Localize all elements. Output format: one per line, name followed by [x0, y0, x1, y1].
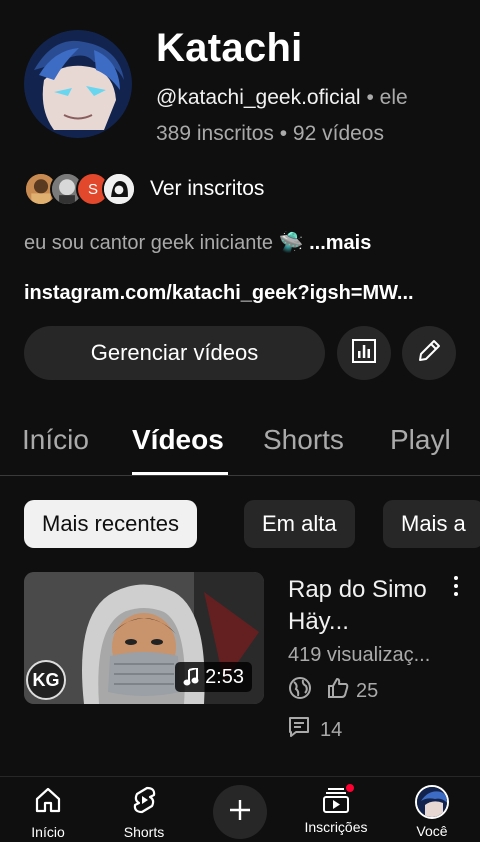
- channel-link[interactable]: instagram.com/katachi_geek?igsh=MW...: [24, 282, 414, 305]
- video-item[interactable]: KG 2:53 Rap do Simo Häy... 419 visualiza…: [24, 572, 480, 752]
- separator: •: [366, 86, 374, 109]
- manage-videos-button[interactable]: Gerenciar vídeos: [24, 326, 325, 380]
- channel-description[interactable]: eu sou cantor geek iniciante 🛸 ...mais: [24, 230, 371, 255]
- tab-videos[interactable]: Vídeos: [132, 424, 224, 456]
- tab-shorts[interactable]: Shorts: [263, 424, 344, 456]
- nav-subscriptions-label: Inscrições: [304, 819, 368, 835]
- pencil-icon: [416, 338, 442, 369]
- nav-home[interactable]: Início: [0, 777, 96, 842]
- video-views: 419 visualizaç...: [288, 644, 431, 666]
- see-subscribers-link[interactable]: Ver inscritos: [150, 177, 264, 201]
- video-duration: 2:53: [175, 662, 252, 692]
- action-row: Gerenciar vídeos: [24, 326, 456, 380]
- likes: 25: [326, 676, 378, 706]
- tab-playlists[interactable]: Playl: [390, 424, 451, 456]
- duration-text: 2:53: [205, 665, 244, 688]
- edit-channel-button[interactable]: [402, 326, 456, 380]
- subscriber-avatar: [102, 172, 136, 206]
- nav-you-label: Você: [416, 823, 448, 839]
- music-note-icon: [183, 668, 199, 686]
- globe-icon: [288, 676, 312, 706]
- channel-name: Katachi: [156, 26, 303, 70]
- nav-subscriptions[interactable]: Inscrições: [288, 777, 384, 842]
- avatar-icon: [415, 785, 449, 819]
- analytics-icon: [351, 338, 377, 369]
- more-link[interactable]: ...mais: [309, 232, 371, 254]
- subscribers-row[interactable]: S Ver inscritos: [24, 170, 264, 208]
- plus-icon: [227, 797, 253, 828]
- chip-popular[interactable]: Em alta: [244, 500, 355, 548]
- channel-handle: @katachi_geek.oficial: [156, 86, 361, 109]
- notification-dot: [344, 782, 356, 794]
- channel-pronoun: ele: [379, 86, 408, 109]
- channel-avatar[interactable]: [24, 30, 132, 138]
- channel-header: Katachi @katachi_geek.oficial • ele 389 …: [0, 0, 480, 160]
- video-meta-row: 25: [288, 676, 378, 706]
- channel-logo-badge: KG: [26, 660, 66, 700]
- nav-you[interactable]: Você: [384, 777, 480, 842]
- video-thumbnail[interactable]: KG 2:53: [24, 572, 264, 704]
- chip-oldest[interactable]: Mais a: [383, 500, 480, 548]
- channel-tabs: Início Vídeos Shorts Playl: [0, 410, 480, 476]
- comment-icon: [288, 716, 310, 744]
- bottom-navigation: Início Shorts Inscrições Você: [0, 776, 480, 842]
- video-title[interactable]: Rap do Simo Häy...: [288, 574, 438, 638]
- home-icon: [33, 785, 63, 820]
- nav-home-label: Início: [31, 824, 65, 840]
- comments-count: 14: [320, 718, 343, 741]
- filter-chips: Mais recentes Em alta Mais a: [24, 500, 480, 548]
- video-comments-row: 14: [288, 716, 342, 744]
- shorts-icon: [129, 785, 159, 820]
- thumbs-up-icon: [326, 676, 350, 706]
- nav-shorts[interactable]: Shorts: [96, 777, 192, 842]
- more-options-icon[interactable]: [448, 574, 464, 598]
- active-tab-indicator: [132, 472, 228, 475]
- likes-count: 25: [356, 679, 379, 702]
- analytics-button[interactable]: [337, 326, 391, 380]
- channel-stats: 389 inscritos • 92 vídeos: [156, 122, 384, 145]
- subscriber-avatars: S: [24, 172, 136, 206]
- description-text: eu sou cantor geek iniciante 🛸: [24, 232, 304, 254]
- channel-handle-line: @katachi_geek.oficial • ele: [156, 86, 408, 110]
- tab-home[interactable]: Início: [22, 424, 89, 456]
- nav-shorts-label: Shorts: [123, 824, 165, 840]
- chip-latest[interactable]: Mais recentes: [24, 500, 197, 548]
- create-button[interactable]: [213, 785, 267, 839]
